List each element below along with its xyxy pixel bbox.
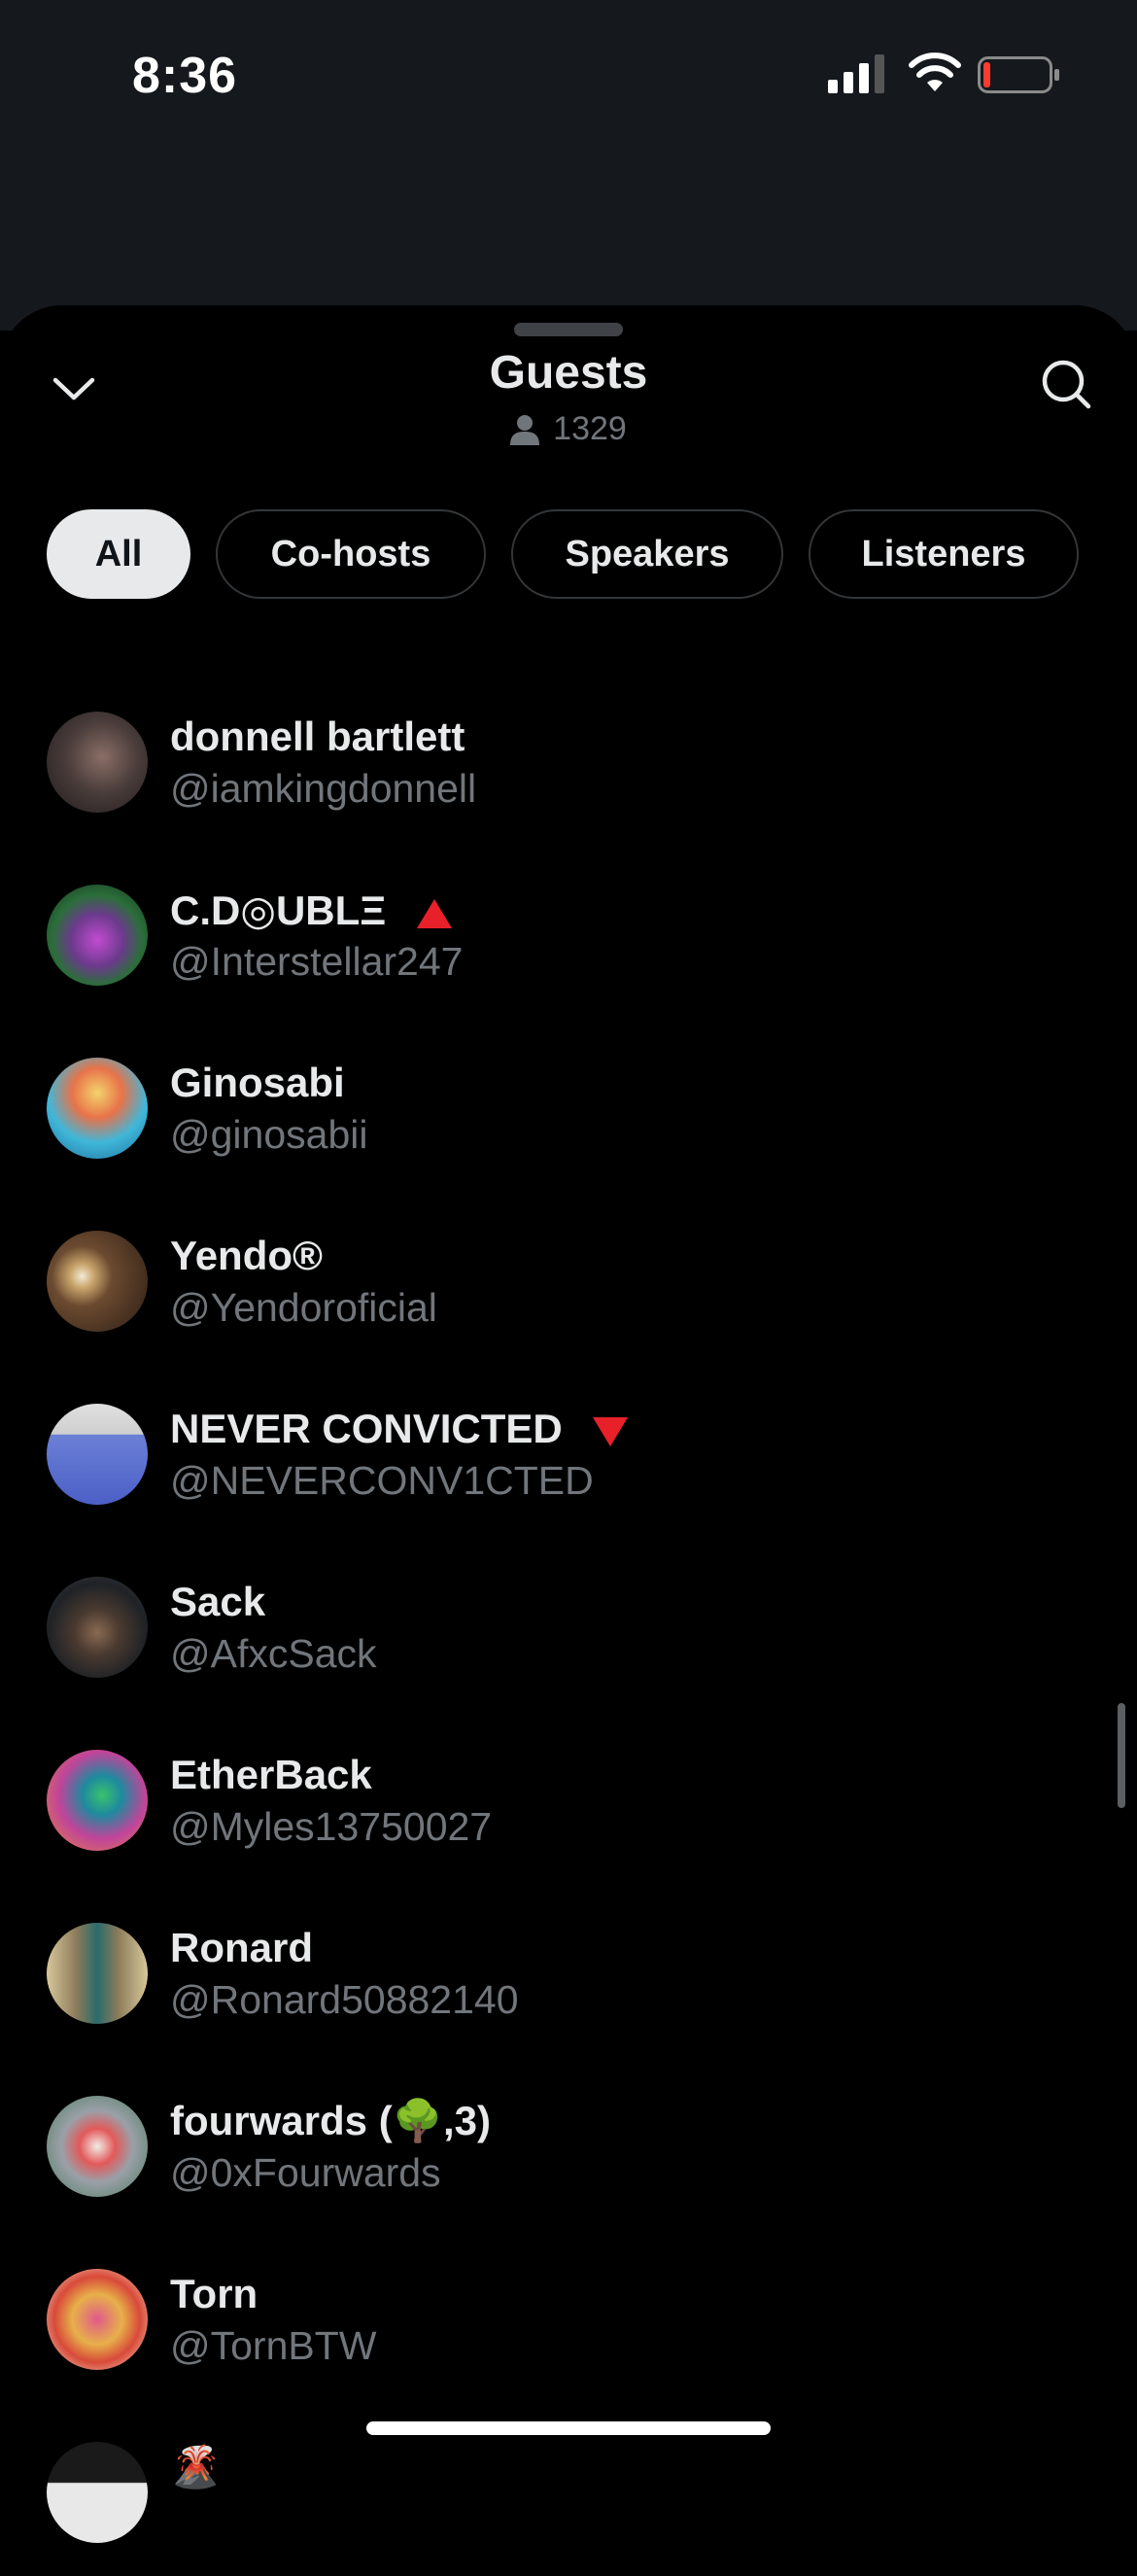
- guest-row[interactable]: donnell bartlett @iamkingdonnell: [0, 673, 1137, 846]
- guest-handle: @AfxcSack: [170, 1631, 377, 1676]
- scrollbar[interactable]: [1118, 1703, 1125, 1808]
- red-triangle-down-icon: [593, 1416, 629, 1446]
- avatar: [47, 1231, 148, 1332]
- guest-row[interactable]: C.D◎UBLΞ @Interstellar247: [0, 846, 1137, 1019]
- guest-count: 1329: [0, 410, 1137, 448]
- guest-name-text: C.D◎UBLΞ: [170, 888, 387, 933]
- guest-name: EtherBack: [170, 1752, 372, 1797]
- search-icon: [1042, 360, 1091, 409]
- guest-handle: @Interstellar247: [170, 939, 464, 984]
- filter-tabs: All Co-hosts Speakers Listeners: [47, 509, 1079, 599]
- guest-name: fourwards (🌳,3): [170, 2098, 491, 2143]
- filter-co-hosts[interactable]: Co-hosts: [216, 509, 486, 599]
- guest-row[interactable]: fourwards (🌳,3) @0xFourwards: [0, 2057, 1137, 2230]
- avatar: [47, 1923, 148, 2024]
- guest-name-text: NEVER CONVICTED: [170, 1406, 563, 1451]
- status-bar: 8:36: [0, 0, 1137, 146]
- guest-name: NEVER CONVICTED: [170, 1406, 630, 1452]
- avatar: [47, 1404, 148, 1505]
- guest-handle: @Yendoroficial: [170, 1285, 437, 1330]
- guest-handle: @NEVERCONV1CTED: [170, 1458, 594, 1503]
- background-header: [0, 146, 1137, 395]
- avatar: [47, 1577, 148, 1678]
- avatar: [47, 2096, 148, 2197]
- guest-count-value: 1329: [553, 410, 627, 447]
- red-triangle-up-icon: [417, 898, 452, 928]
- filter-all[interactable]: All: [47, 509, 190, 599]
- guest-name: Torn: [170, 2271, 258, 2316]
- guest-list: donnell bartlett @iamkingdonnell C.D◎UBL…: [0, 673, 1137, 2576]
- guest-name: donnell bartlett: [170, 714, 465, 759]
- cellular-signal-icon: [828, 54, 884, 93]
- guest-name: C.D◎UBLΞ: [170, 887, 454, 934]
- filter-speakers[interactable]: Speakers: [511, 509, 783, 599]
- home-indicator: [366, 2421, 771, 2435]
- guest-handle: @ginosabii: [170, 1112, 368, 1157]
- guest-row[interactable]: NEVER CONVICTED @NEVERCONV1CTED: [0, 1365, 1137, 1538]
- guest-handle: @TornBTW: [170, 2323, 377, 2368]
- filter-listeners[interactable]: Listeners: [809, 509, 1079, 599]
- guest-row[interactable]: Sack @AfxcSack: [0, 1538, 1137, 1711]
- guest-handle: @iamkingdonnell: [170, 766, 477, 811]
- search-button[interactable]: [1034, 352, 1098, 416]
- avatar: [47, 1058, 148, 1159]
- guest-name: Sack: [170, 1579, 266, 1624]
- battery-low-icon: [978, 56, 1059, 93]
- avatar: [47, 2269, 148, 2370]
- avatar: [47, 712, 148, 813]
- avatar: [47, 2442, 148, 2543]
- wifi-icon: [909, 52, 961, 91]
- sheet-drag-handle[interactable]: [514, 323, 623, 336]
- guest-row[interactable]: Ronard @Ronard50882140: [0, 1884, 1137, 2057]
- avatar: [47, 885, 148, 986]
- guest-row[interactable]: Ginosabi @ginosabii: [0, 1019, 1137, 1192]
- guest-handle: @Myles13750027: [170, 1804, 493, 1849]
- guest-row[interactable]: Yendo® @Yendoroficial: [0, 1192, 1137, 1365]
- guests-sheet: Guests 1329 All Co-hosts Speakers Listen…: [0, 305, 1137, 2543]
- guest-handle: @0xFourwards: [170, 2150, 441, 2195]
- guest-row[interactable]: Torn @TornBTW: [0, 2230, 1137, 2403]
- person-icon: [510, 414, 540, 445]
- status-time: 8:36: [132, 48, 238, 104]
- avatar: [47, 1750, 148, 1851]
- sheet-title: Guests: [489, 347, 648, 399]
- guest-row[interactable]: EtherBack @Myles13750027: [0, 1711, 1137, 1884]
- guest-name: Ronard: [170, 1925, 313, 1970]
- guest-name: Ginosabi: [170, 1060, 345, 1105]
- guest-name: Yendo®: [170, 1233, 323, 1278]
- guest-name: 🌋: [170, 2444, 222, 2489]
- guest-handle: @Ronard50882140: [170, 1977, 519, 2022]
